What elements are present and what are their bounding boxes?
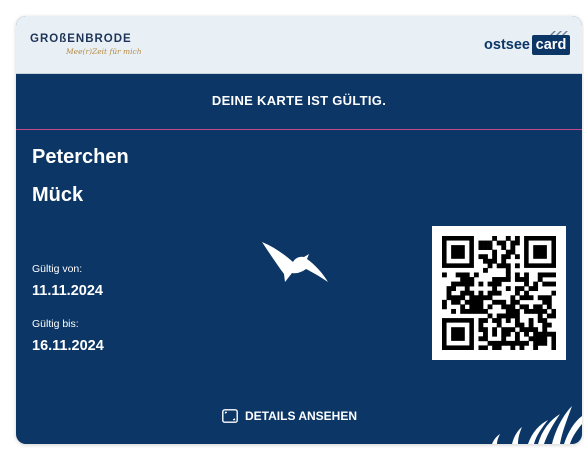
ostseecard-logo: ostsee card	[450, 30, 570, 60]
valid-to-value: 16.11.2024	[32, 338, 104, 354]
ostseecard-logo-box: card	[532, 35, 570, 55]
seagull-icon	[262, 242, 328, 282]
validity-status-band: DEINE KARTE IST GÜLTIG.	[16, 74, 582, 130]
ostseecard-logo-word: ostsee	[484, 37, 530, 53]
validity-status-text: DEINE KARTE IST GÜLTIG.	[211, 93, 387, 108]
grossenbrode-tagline: Mee(r)Zeit für mich	[66, 47, 142, 56]
valid-from-label: Gültig von:	[32, 263, 83, 275]
expand-icon	[222, 409, 238, 423]
valid-to-label: Gültig bis:	[32, 318, 79, 330]
grossenbrode-logo-text: GROßENBRODE	[30, 33, 132, 45]
details-button[interactable]: DETAILS ANSEHEN	[222, 405, 357, 427]
qr-code-graphic	[442, 236, 556, 350]
card-header: GROßENBRODE Mee(r)Zeit für mich ostsee c…	[16, 16, 582, 74]
details-button-label: DETAILS ANSEHEN	[245, 409, 358, 423]
beach-grass-icon	[492, 406, 582, 444]
ostseecard-card: GROßENBRODE Mee(r)Zeit für mich ostsee c…	[16, 16, 582, 444]
grossenbrode-logo: GROßENBRODE Mee(r)Zeit für mich	[30, 30, 160, 62]
valid-from-value: 11.11.2024	[32, 283, 103, 299]
holder-first-name: Peterchen	[32, 146, 129, 168]
holder-last-name: Mück	[32, 184, 84, 206]
qr-code	[432, 226, 566, 360]
